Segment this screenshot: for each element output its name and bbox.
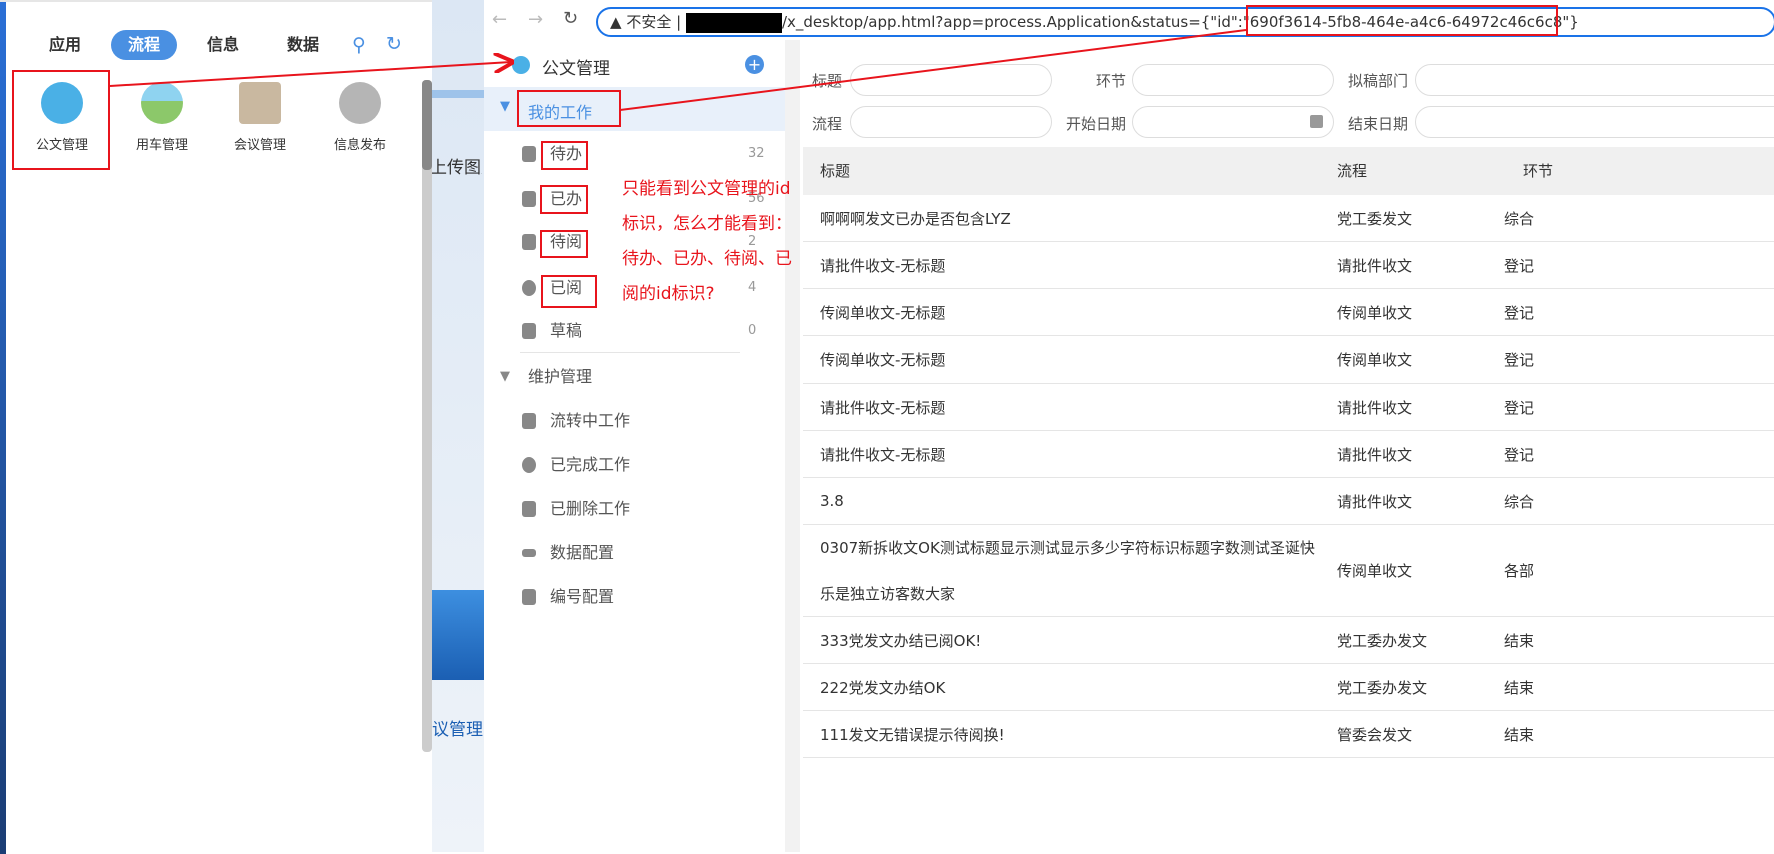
arrow-line xyxy=(109,62,512,87)
arrow-line xyxy=(619,29,1247,111)
annotation-arrows xyxy=(109,29,1247,111)
